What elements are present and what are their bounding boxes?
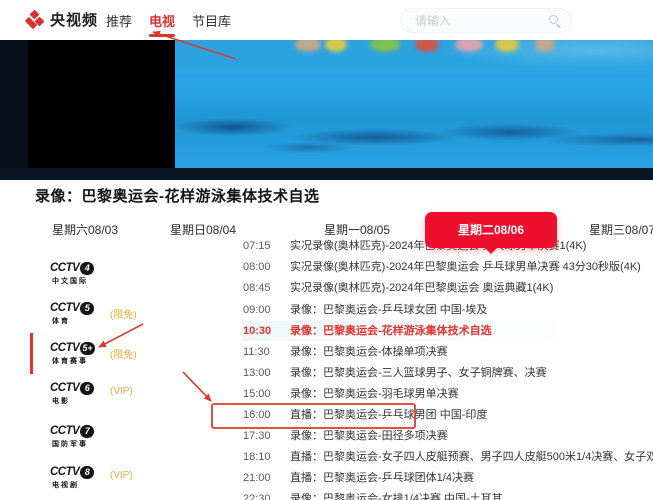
schedule-row[interactable]: 09:00 录像：巴黎奥运会-乒乓球女团 中国-埃及 [243,300,653,320]
search-icon[interactable] [549,15,558,24]
channel-cctv4[interactable]: CCTV 4 中文国际 [50,262,200,298]
channel-name: 电影 [52,398,70,405]
program-title: 录像：巴黎奥运会-花样游泳集体技术自选 [35,188,320,205]
cctv7-logo-icon: CCTV 7 [50,425,200,438]
channel-name: 电视剧 [52,482,79,489]
schedule-row[interactable]: 17:30 录像：巴黎奥运会-田径多项决赛 [243,426,653,446]
channel-badge: (VIP) [110,470,133,481]
search-box[interactable] [400,8,572,33]
schedule-row-current[interactable]: 10:30 录像：巴黎奥运会-花样游泳集体技术自选 [243,321,653,341]
channel-name: 中文国际 [52,278,88,285]
channel-badge: (限免) [110,310,137,321]
tab-wed-08-07[interactable]: 星期三08/07 [589,211,653,249]
channel-cctv7[interactable]: CCTV 7 国防军事 [50,425,200,461]
schedule-row[interactable]: 15:00 录像：巴黎奥运会-羽毛球男单决赛 [243,384,653,404]
brand-name: 央视频 [50,12,99,29]
schedule-row[interactable]: 08:00 实况录像(奥林匹克)-2024年巴黎奥运会 乒乓球男单决赛 43分30… [243,257,653,277]
schedule-row[interactable]: 11:30 录像：巴黎奥运会-体操单项决赛 [243,342,653,362]
schedule-row-live-1600[interactable]: 16:00 直播：巴黎奥运会-乒乓球男团 中国-印度 [243,405,653,425]
channel-cctv8[interactable]: CCTV 8 电视剧 (VIP) [50,466,200,500]
yangshipin-logo-icon [24,9,45,29]
video-player[interactable] [0,37,653,180]
schedule-row[interactable]: 21:00 直播：巴黎奥运会-乒乓球团体1/4决赛 [243,468,653,488]
cctv-video-page: 央视频 推荐 电视 节目库 录像：巴黎奥运会-花样游泳集体技术自选 星期六08/… [0,0,653,500]
video-frame-swimming-pool [175,37,653,168]
top-header: 央视频 推荐 电视 节目库 [0,0,653,40]
tab-tue-08-06-selected[interactable]: 星期二08/06 [425,212,557,254]
tab-sat-08-03[interactable]: 星期六08/03 [52,211,118,249]
nav-item-library[interactable]: 节目库 [191,7,232,34]
channel-cctv5[interactable]: CCTV 5 体育 (限免) [50,302,200,338]
nav-item-tv[interactable]: 电视 [148,7,176,37]
channel-name: 国防军事 [52,441,88,448]
date-tabs: 星期六08/03 星期日08/04 星期一08/05 星期二08/06 星期三0… [0,211,653,254]
cctv4-logo-icon: CCTV 4 [50,262,200,275]
nav-item-recommend[interactable]: 推荐 [105,7,133,34]
schedule-row[interactable]: 08:45 实况录像(奥林匹克)-2024年巴黎奥运会 奥运典藏1(4K) [243,278,653,298]
main-nav: 推荐 电视 节目库 [105,0,232,40]
search-input[interactable] [401,9,571,32]
brand-home-link[interactable]: 央视频 [24,9,99,30]
tab-sun-08-04[interactable]: 星期日08/04 [170,211,236,249]
schedule-row[interactable]: 22:30 录像：巴黎奥运会-女排1/4决赛 中国-土耳其 [243,489,653,500]
channel-badge: (VIP) [110,386,133,397]
schedule-row[interactable]: 18:10 直播：巴黎奥运会-女子四人皮艇预赛、男子四人皮艇500米1/4决赛、女… [243,447,653,467]
schedule-row[interactable]: 13:00 录像：巴黎奥运会-三人篮球男子、女子铜牌赛、决赛 [243,363,653,383]
channel-badge: (限免) [110,350,137,361]
channel-cctv5plus[interactable]: CCTV 5+ 体育赛事 (限免) [50,342,200,378]
tab-mon-08-05[interactable]: 星期一08/05 [324,211,390,249]
channel-cctv6[interactable]: CCTV 6 电影 (VIP) [50,382,200,418]
